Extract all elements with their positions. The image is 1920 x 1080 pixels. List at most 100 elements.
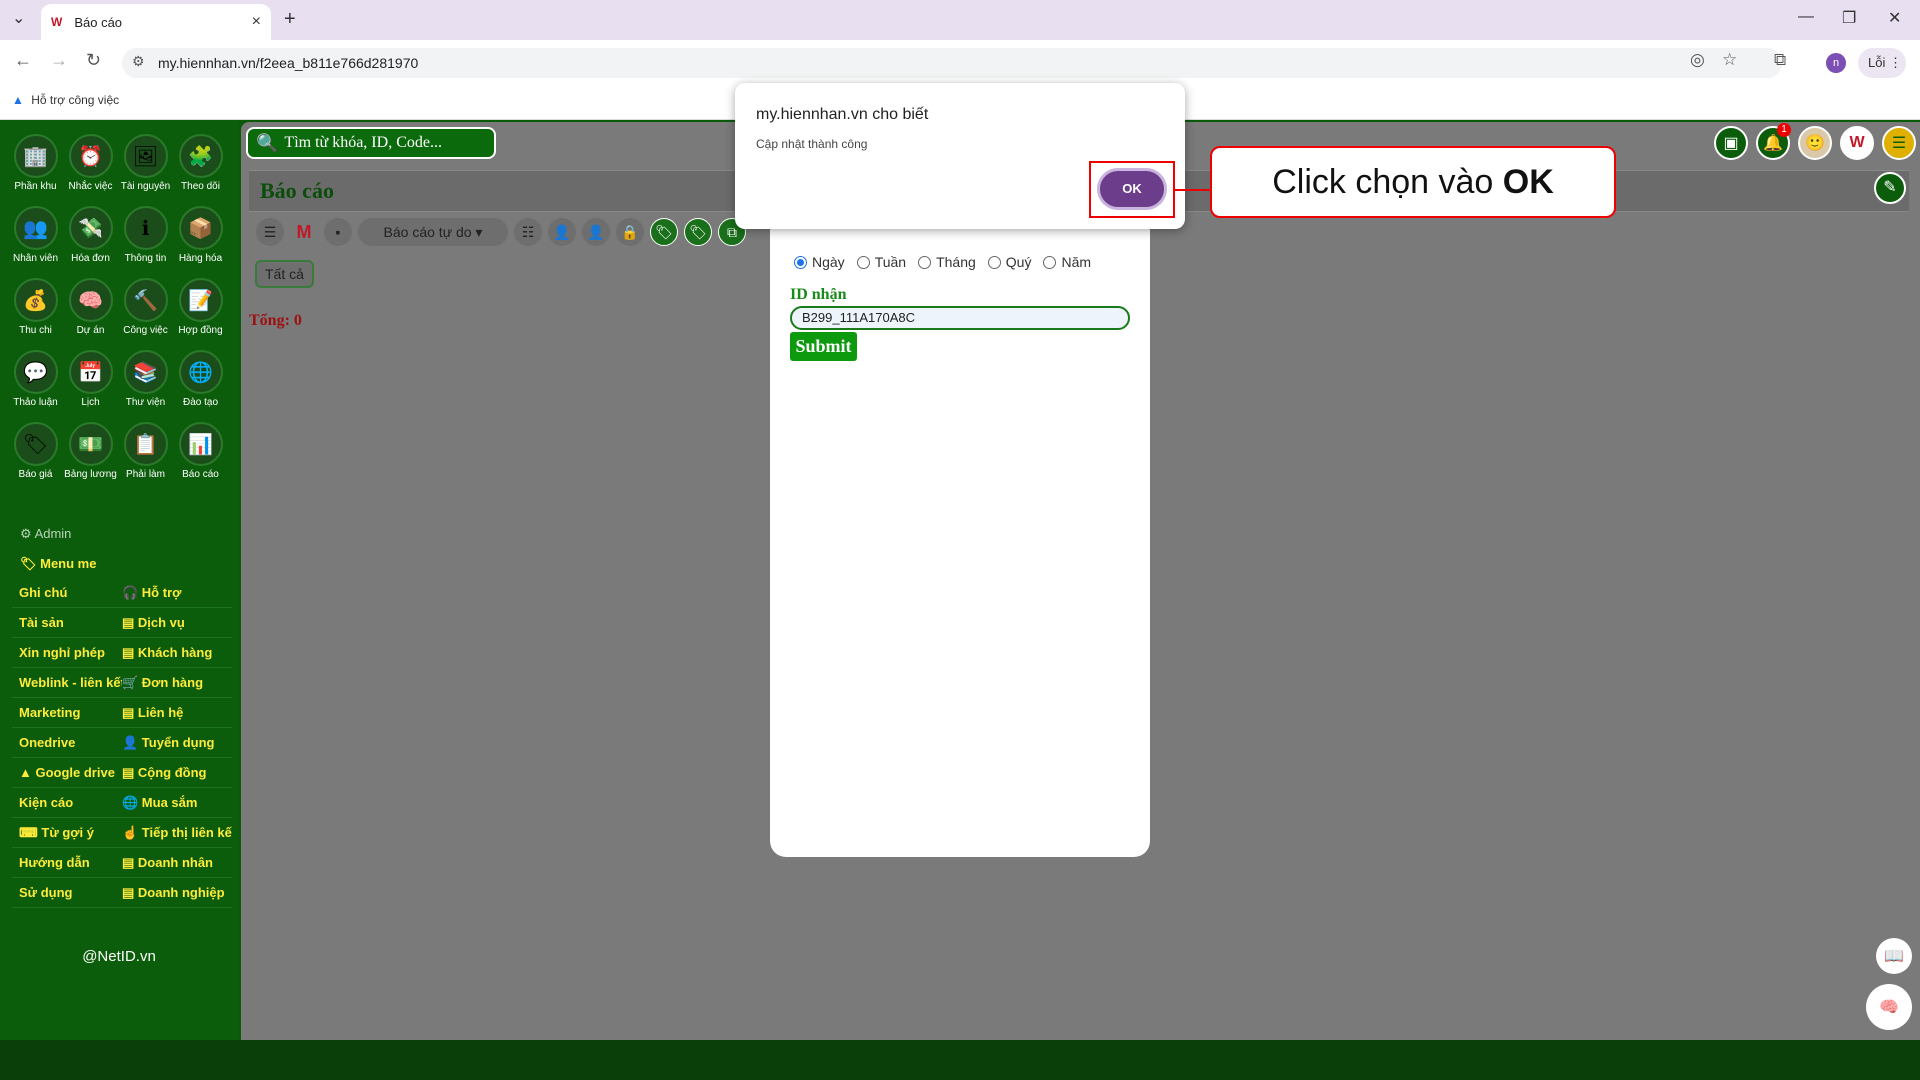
menu-hamburger-icon[interactable]: ☰: [1882, 126, 1916, 160]
app-tile[interactable]: 🧠 Dự án: [63, 278, 118, 336]
restore-icon[interactable]: ❐: [1842, 8, 1856, 28]
user-check-icon[interactable]: 👤: [582, 218, 610, 246]
menu-item[interactable]: 👤 Tuyển dụng: [122, 735, 232, 751]
reload-icon[interactable]: ↻: [86, 50, 101, 71]
menu-item[interactable]: ▤ Cộng đồng: [122, 765, 232, 781]
tag-alt-icon[interactable]: 🏷: [684, 218, 712, 246]
error-button[interactable]: Lỗi ⋮: [1858, 48, 1906, 78]
extensions-icon[interactable]: ⧉: [1774, 50, 1786, 70]
store-icon[interactable]: ▣: [1714, 126, 1748, 160]
app-tile[interactable]: 👥 Nhân viên: [8, 206, 63, 264]
new-folder-icon[interactable]: ▪: [324, 218, 352, 246]
reader-mode-icon[interactable]: 📖: [1876, 938, 1912, 974]
menu-item[interactable]: ▤ Dịch vụ: [122, 615, 232, 631]
period-radio[interactable]: Ngày: [794, 254, 845, 270]
bell-icon[interactable]: 🔔 1: [1756, 123, 1791, 160]
callout-bold: OK: [1502, 163, 1554, 201]
lock-icon[interactable]: 🔒: [616, 218, 644, 246]
forward-icon[interactable]: →: [50, 50, 68, 71]
radio-button[interactable]: [1043, 255, 1057, 269]
menu-item[interactable]: ▤ Doanh nhân: [122, 855, 232, 871]
app-tile[interactable]: ⏰ Nhắc việc: [63, 134, 118, 192]
ai-assistant-icon[interactable]: 🧠: [1866, 984, 1912, 1030]
tab-list-icon[interactable]: ⌄: [12, 8, 25, 28]
app-tile[interactable]: 🌐 Đào tạo: [173, 350, 228, 408]
menu-item[interactable]: 🌐 Mua sắm: [122, 795, 232, 811]
app-tile[interactable]: ℹ Thông tin: [118, 206, 173, 264]
menu-item[interactable]: ☝ Tiếp thị liên kết: [122, 825, 232, 841]
report-type-dropdown[interactable]: Báo cáo tự do ▾: [358, 218, 508, 246]
menu-item[interactable]: 🛒 Đơn hàng: [122, 675, 232, 691]
menu-item[interactable]: Hướng dẫn: [12, 855, 122, 870]
app-tile[interactable]: 💬 Thảo luận: [8, 350, 63, 408]
radio-button[interactable]: [794, 255, 807, 269]
filter-settings-icon[interactable]: ☰: [256, 218, 284, 246]
app-tile[interactable]: 💵 Bảng lương: [63, 422, 118, 480]
period-radio[interactable]: Quý: [987, 254, 1031, 270]
app-tile[interactable]: 📋 Phải làm: [118, 422, 173, 480]
menu-me-link[interactable]: 🏷 Menu me: [20, 556, 96, 572]
url-field[interactable]: ⚙ my.hiennhan.vn/f2eea_b811e766d281970: [122, 48, 1782, 78]
menu-item[interactable]: Onedrive: [12, 735, 122, 750]
menu-item[interactable]: Tài sản: [12, 615, 122, 630]
menu-item[interactable]: ▤ Doanh nghiệp: [122, 885, 232, 901]
menu-item[interactable]: ⌨ Từ gợi ý: [12, 825, 122, 841]
profile-avatar[interactable]: n: [1826, 53, 1846, 73]
tag-icon[interactable]: 🏷: [650, 218, 678, 246]
admin-link[interactable]: ⚙ Admin: [20, 526, 71, 542]
user-settings-icon[interactable]: 👤: [548, 218, 576, 246]
id-input[interactable]: B299_111A170A8C: [790, 306, 1130, 330]
menu-item[interactable]: ▤ Khách hàng: [122, 645, 232, 661]
user-avatar[interactable]: 🙂: [1798, 126, 1832, 160]
bookmark-star-icon[interactable]: ☆: [1722, 50, 1737, 70]
radio-button[interactable]: [987, 255, 1001, 269]
gmail-icon[interactable]: M: [290, 218, 318, 246]
radio-button[interactable]: [856, 255, 870, 269]
menu-item[interactable]: Weblink - liên kết: [12, 675, 122, 690]
period-radio[interactable]: Năm: [1043, 254, 1091, 270]
app-tile[interactable]: 🖼 Tài nguyên: [118, 134, 173, 192]
menu-item[interactable]: Ghi chú: [12, 585, 122, 600]
app-tile[interactable]: 📊 Báo cáo: [173, 422, 228, 480]
app-label: Công việc: [123, 325, 168, 336]
app-tile[interactable]: 🏷 Báo giá: [8, 422, 63, 480]
ok-button[interactable]: OK: [1097, 168, 1167, 210]
menu-item[interactable]: 🎧 Hỗ trợ: [122, 585, 232, 601]
app-tile[interactable]: 🏢 Phần khu: [8, 134, 63, 192]
menu-item[interactable]: Sử dụng: [12, 885, 122, 900]
minimize-icon[interactable]: —: [1798, 8, 1814, 26]
radio-button[interactable]: [918, 255, 932, 269]
filter-all-button[interactable]: Tất cả: [255, 260, 314, 288]
app-tile[interactable]: 📝 Hợp đồng: [173, 278, 228, 336]
eye-off-icon[interactable]: ◎: [1690, 50, 1705, 70]
menu-item[interactable]: ▤ Liên hệ: [122, 705, 232, 721]
browser-tab[interactable]: W Báo cáo ×: [41, 4, 271, 40]
app-icon: 🏢: [13, 134, 58, 178]
new-tab-icon[interactable]: +: [284, 8, 296, 31]
bookmark-item[interactable]: Hỗ trợ công việc: [31, 93, 119, 107]
period-radio[interactable]: Tuần: [856, 254, 906, 270]
list-toggle-icon[interactable]: ☷: [514, 218, 542, 246]
footer-brand[interactable]: @NetID.vn: [0, 948, 238, 965]
tab-close-icon[interactable]: ×: [252, 13, 261, 31]
menu-item[interactable]: Kiện cáo: [12, 795, 122, 810]
app-tile[interactable]: 📦 Hàng hóa: [173, 206, 228, 264]
app-tile[interactable]: 💸 Hóa đơn: [63, 206, 118, 264]
brand-logo-icon[interactable]: W: [1840, 126, 1874, 160]
site-info-icon[interactable]: ⚙: [132, 53, 145, 70]
back-icon[interactable]: ←: [14, 50, 32, 71]
menu-item[interactable]: ▲ Google drive: [12, 765, 122, 780]
search-input[interactable]: 🔍 Tìm từ khóa, ID, Code...: [246, 127, 496, 159]
edit-icon[interactable]: ✎: [1874, 172, 1906, 204]
menu-item[interactable]: Marketing: [12, 705, 122, 720]
menu-item[interactable]: Xin nghỉ phép: [12, 645, 122, 660]
submit-button[interactable]: Submit: [790, 332, 857, 361]
app-tile[interactable]: 🧩 Theo dõi: [173, 134, 228, 192]
app-tile[interactable]: 📚 Thư viện: [118, 350, 173, 408]
app-tile[interactable]: 🔨 Công việc: [118, 278, 173, 336]
menu-row: ▲ Google drive ▤ Cộng đồng: [12, 758, 232, 788]
period-radio[interactable]: Tháng: [918, 254, 976, 270]
app-tile[interactable]: 📅 Lịch: [63, 350, 118, 408]
window-close-icon[interactable]: ✕: [1888, 8, 1901, 28]
app-tile[interactable]: 💰 Thu chi: [8, 278, 63, 336]
